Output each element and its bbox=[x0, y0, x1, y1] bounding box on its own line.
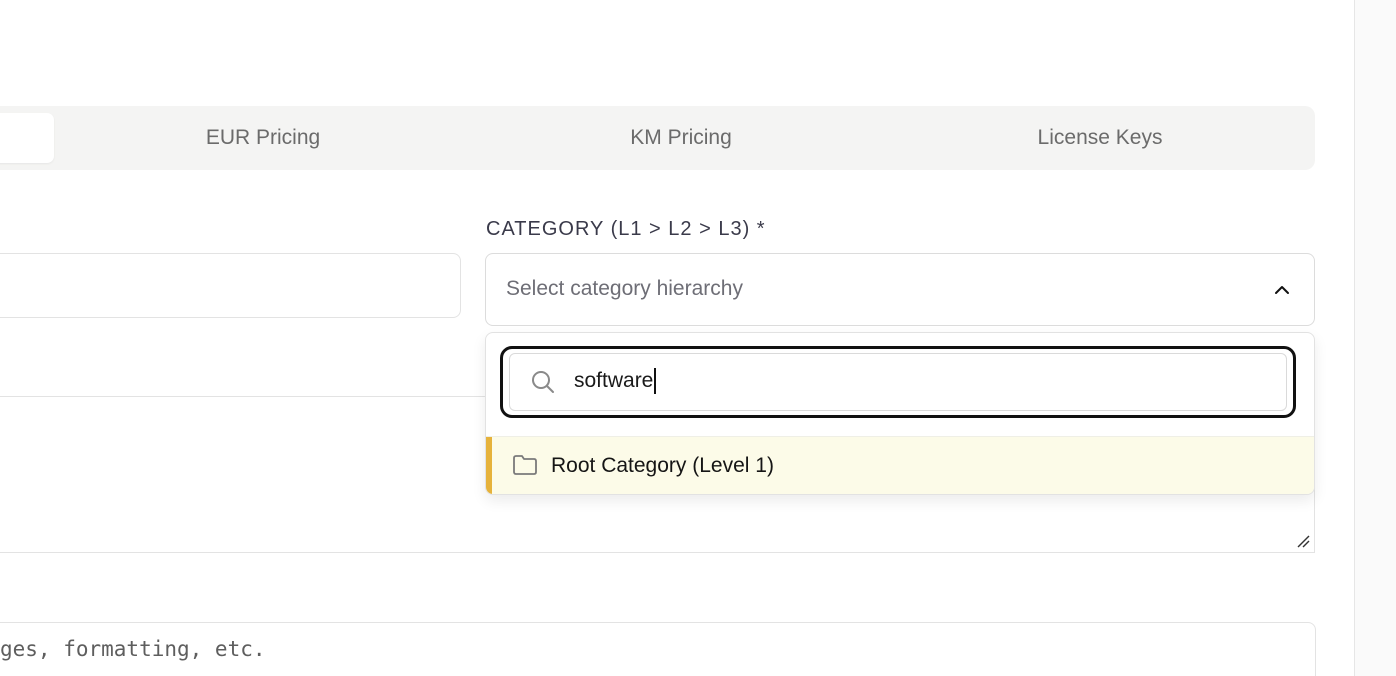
category-placeholder: Select category hierarchy bbox=[506, 277, 743, 300]
category-label: CATEGORY (L1 > L2 > L3) * bbox=[486, 218, 766, 240]
tab-eur-pricing[interactable]: EUR Pricing bbox=[54, 113, 472, 163]
category-search-focus-ring: software bbox=[500, 346, 1296, 418]
folder-icon bbox=[513, 455, 537, 475]
category-search-value: software bbox=[574, 369, 654, 392]
category-option-label: Root Category (Level 1) bbox=[551, 454, 774, 477]
tab-km-pricing[interactable]: KM Pricing bbox=[472, 113, 890, 163]
product-form-page: EUR Pricing KM Pricing License Keys ges,… bbox=[0, 0, 1396, 676]
tab-license-keys[interactable]: License Keys bbox=[890, 113, 1310, 163]
product-name-input[interactable] bbox=[0, 253, 461, 318]
option-highlight-accent bbox=[486, 437, 492, 494]
resize-handle-icon[interactable] bbox=[1296, 534, 1310, 548]
tab-active[interactable] bbox=[0, 113, 54, 163]
content-editor-placeholder: ges, formatting, etc. bbox=[0, 637, 266, 661]
scrollbar-track[interactable] bbox=[1354, 0, 1396, 676]
category-option-root[interactable]: Root Category (Level 1) bbox=[486, 436, 1314, 494]
chevron-up-icon bbox=[1275, 286, 1289, 294]
text-caret bbox=[654, 368, 657, 394]
category-select[interactable]: Select category hierarchy bbox=[485, 253, 1315, 326]
category-search-input[interactable]: software bbox=[509, 353, 1287, 411]
category-dropdown: software Root Category (Level 1) bbox=[485, 332, 1315, 495]
category-search-value-wrap: software bbox=[574, 368, 657, 394]
search-icon bbox=[532, 371, 554, 393]
